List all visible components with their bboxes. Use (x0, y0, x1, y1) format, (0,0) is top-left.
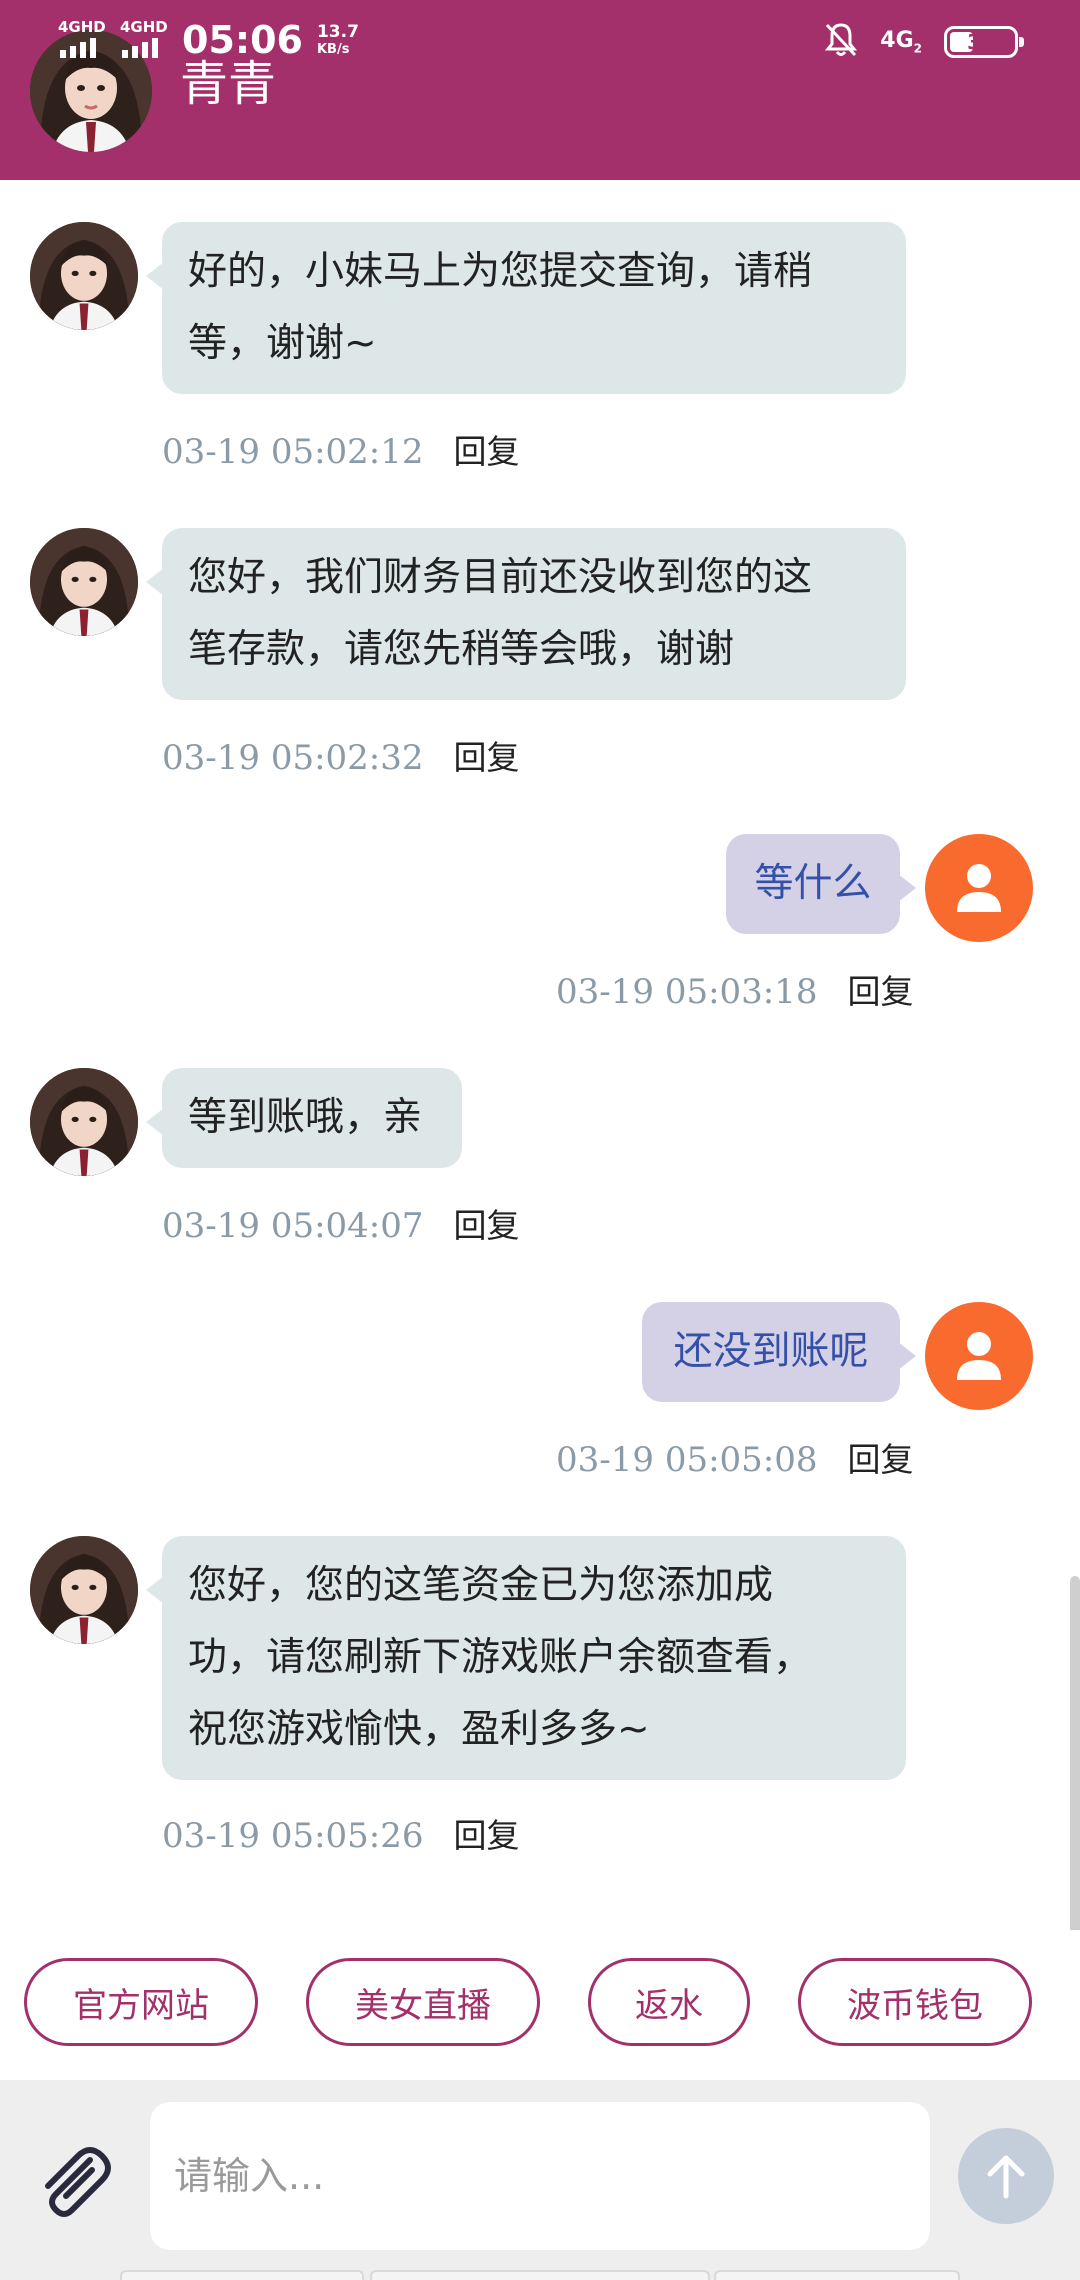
paperclip-icon[interactable] (30, 2140, 116, 2226)
network-sub: 2 (913, 41, 922, 56)
reply-button[interactable]: 回复 (454, 1206, 520, 1245)
message-bubble[interactable]: 等到账哦，亲 (146, 1068, 462, 1168)
network-type-icon: 4G2 (880, 28, 922, 55)
message-meta: 03-19 05:05:26 回复 (162, 1814, 520, 1858)
reply-button[interactable]: 回复 (848, 972, 914, 1011)
quick-link-official-site[interactable]: 官方网站 (24, 1958, 258, 2046)
message-list[interactable]: 好的，小妹马上为您提交查询，请稍 等，谢谢~ 03-19 05:02:12 回复 … (0, 180, 1080, 1930)
agent-avatar[interactable] (30, 222, 138, 330)
speed-value: 13.7 (316, 22, 359, 42)
message-text: 好的，小妹马上为您提交查询，请稍 (188, 249, 813, 294)
message-bubble[interactable]: 您好，您的这笔资金已为您添加成 功，请您刷新下游戏账户余额查看， 祝您游戏愉快，… (146, 1536, 906, 1780)
signal-icon: 4GHD (120, 18, 168, 58)
bottom-tab-edge (370, 2270, 710, 2280)
message-bubble[interactable]: 您好，我们财务目前还没收到您的这 笔存款，请您先稍等会哦，谢谢 (146, 528, 906, 700)
reply-button[interactable]: 回复 (454, 738, 520, 777)
message-bubble[interactable]: 还没到账呢 (642, 1302, 916, 1402)
bottom-tab-edge (120, 2270, 364, 2280)
message-time: 03-19 05:04:07 (162, 1206, 424, 1246)
message-input[interactable] (150, 2102, 930, 2250)
battery-level: 34 (967, 30, 995, 54)
message-text: 等到账哦，亲 (188, 1095, 423, 1140)
quick-link-live-stream[interactable]: 美女直播 (306, 1958, 540, 2046)
agent-avatar[interactable] (30, 528, 138, 636)
quick-links-bar: 官方网站 美女直播 返水 波币钱包 (0, 1930, 1080, 2080)
message-time: 03-19 05:02:12 (162, 432, 424, 472)
message-text: 等，谢谢~ (188, 321, 377, 366)
message-text: 祝您游戏愉快，盈利多多~ (188, 1707, 650, 1752)
bottom-tab-edge (714, 2270, 960, 2280)
message-text: 您好，我们财务目前还没收到您的这 (188, 555, 813, 600)
status-bar-right: 4G2 34 (824, 22, 1024, 62)
network-speed: 13.7 KB/s (317, 24, 359, 58)
person-icon (957, 864, 1001, 912)
signal-icon: 4GHD (58, 18, 106, 58)
agent-avatar[interactable] (30, 1536, 138, 1644)
quick-link-wallet[interactable]: 波币钱包 (798, 1958, 1032, 2046)
message-bubble[interactable]: 好的，小妹马上为您提交查询，请稍 等，谢谢~ (146, 222, 906, 394)
scrollbar[interactable] (1070, 1576, 1080, 1930)
message-time: 03-19 05:03:18 (556, 972, 818, 1012)
speed-unit: KB/s (316, 42, 350, 57)
network-label: 4GHD (58, 18, 106, 36)
network-type: 4G (880, 28, 914, 54)
message-text: 功，请您刷新下游戏账户余额查看， (188, 1635, 813, 1680)
message-time: 03-19 05:02:32 (162, 738, 424, 778)
chat-header: 4GHD 4GHD 05:06 13.7 KB/s 青青 4G2 34 (0, 0, 1080, 180)
message-meta: 03-19 05:02:32 回复 (162, 736, 520, 780)
message-bubble[interactable]: 等什么 (726, 834, 916, 934)
message-text: 还没到账呢 (673, 1329, 869, 1374)
message-text: 笔存款，请您先稍等会哦，谢谢 (188, 627, 735, 672)
composer-bar (0, 2080, 1080, 2280)
quick-link-rebate[interactable]: 返水 (588, 1958, 750, 2046)
reply-button[interactable]: 回复 (454, 432, 520, 471)
battery-icon: 34 (944, 26, 1024, 58)
message-meta: 03-19 05:03:18 回复 (556, 970, 914, 1014)
user-avatar[interactable] (925, 1302, 1033, 1410)
network-label: 4GHD (120, 18, 168, 36)
message-text: 您好，您的这笔资金已为您添加成 (188, 1563, 774, 1608)
contact-name: 青青 (180, 56, 277, 112)
message-text: 等什么 (754, 861, 872, 906)
reply-button[interactable]: 回复 (454, 1816, 520, 1855)
message-time: 03-19 05:05:08 (556, 1440, 818, 1480)
bell-off-icon (824, 22, 858, 62)
message-time: 03-19 05:05:26 (162, 1816, 424, 1856)
message-meta: 03-19 05:05:08 回复 (556, 1438, 914, 1482)
user-avatar[interactable] (925, 834, 1033, 942)
message-meta: 03-19 05:02:12 回复 (162, 430, 520, 474)
agent-avatar[interactable] (30, 1068, 138, 1176)
arrow-up-icon (987, 2155, 1025, 2199)
reply-button[interactable]: 回复 (848, 1440, 914, 1479)
send-button[interactable] (958, 2128, 1054, 2224)
person-icon (957, 1332, 1001, 1380)
message-meta: 03-19 05:04:07 回复 (162, 1204, 520, 1248)
